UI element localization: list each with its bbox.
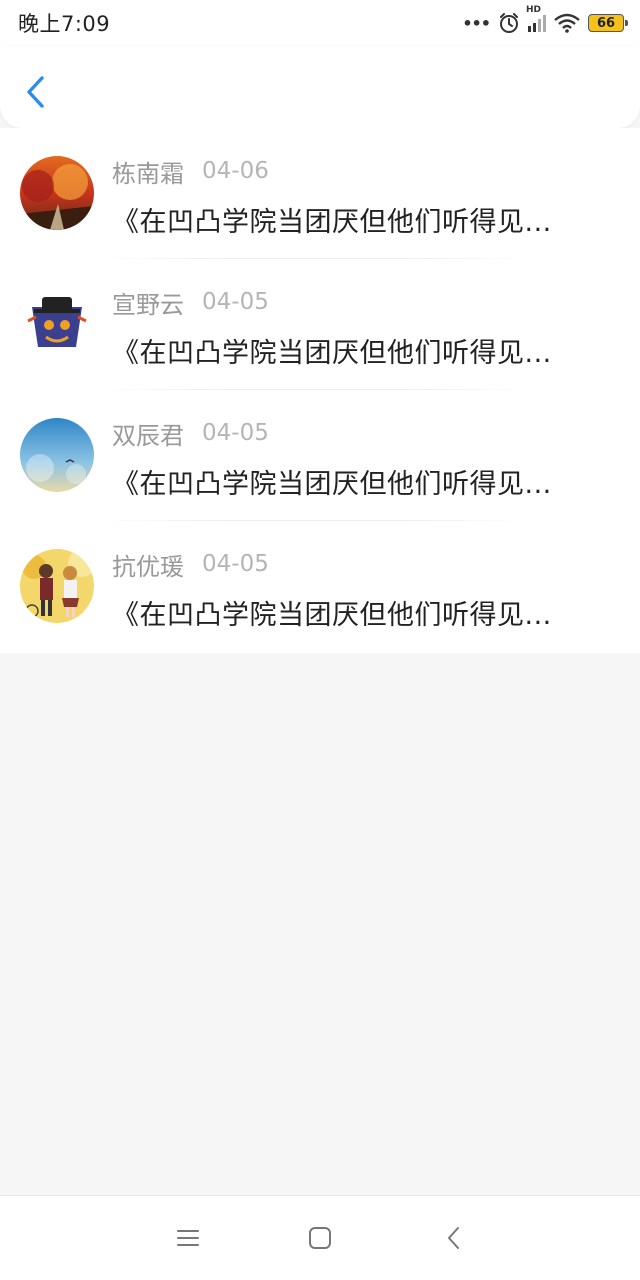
item-date: 04-06	[202, 158, 269, 184]
item-title[interactable]: 《在凹凸学院当团厌但他们听得见...	[112, 331, 612, 370]
author-name[interactable]: 双辰君	[112, 416, 184, 451]
list-item[interactable]: 抗优瑗 04-05 《在凹凸学院当团厌但他们听得见...	[0, 521, 640, 652]
wifi-icon	[554, 13, 580, 33]
avatar	[20, 549, 94, 623]
author-name[interactable]: 抗优瑗	[112, 547, 184, 582]
item-date: 04-05	[202, 420, 269, 446]
avatar	[20, 156, 94, 230]
home-button[interactable]	[306, 1224, 334, 1252]
avatar	[20, 418, 94, 492]
list-item[interactable]: 栋南霜 04-06 《在凹凸学院当团厌但他们听得见...	[0, 128, 640, 259]
list-item[interactable]: 双辰君 04-05 《在凹凸学院当团厌但他们听得见...	[0, 390, 640, 521]
item-meta: 栋南霜 04-06	[112, 154, 269, 189]
comment-list: 栋南霜 04-06 《在凹凸学院当团厌但他们听得见... 宣野云 04-05 《…	[0, 128, 640, 653]
avatar	[20, 287, 94, 361]
item-date: 04-05	[202, 551, 269, 577]
hd-label: HD	[526, 5, 542, 15]
item-meta: 宣野云 04-05	[112, 285, 269, 320]
item-meta: 抗优瑗 04-05	[112, 547, 269, 582]
author-name[interactable]: 宣野云	[112, 285, 184, 320]
app-header	[0, 46, 640, 128]
status-time: 晚上7:09	[18, 12, 111, 36]
chevron-left-icon	[27, 76, 44, 108]
item-date: 04-05	[202, 289, 269, 315]
alarm-icon	[500, 13, 518, 33]
item-title[interactable]: 《在凹凸学院当团厌但他们听得见...	[112, 462, 612, 501]
back-chevron-icon	[448, 1227, 459, 1249]
home-square-icon	[309, 1227, 331, 1249]
battery-level: 66	[596, 15, 616, 31]
item-title[interactable]: 《在凹凸学院当团厌但他们听得见...	[112, 593, 612, 632]
status-bar: 晚上7:09 ••• HD 66	[0, 0, 640, 46]
list-item[interactable]: 宣野云 04-05 《在凹凸学院当团厌但他们听得见...	[0, 259, 640, 390]
item-title[interactable]: 《在凹凸学院当团厌但他们听得见...	[112, 200, 612, 239]
battery-icon: 66	[588, 14, 628, 32]
back-button[interactable]	[22, 74, 50, 110]
more-dots-icon: •••	[462, 13, 491, 33]
system-back-button[interactable]	[440, 1224, 468, 1252]
author-name[interactable]: 栋南霜	[112, 154, 184, 189]
item-meta: 双辰君 04-05	[112, 416, 269, 451]
signal-icon: HD	[526, 5, 546, 32]
menu-button[interactable]	[174, 1224, 202, 1252]
menu-icon	[177, 1230, 199, 1246]
status-icons: ••• HD 66	[462, 5, 628, 34]
system-nav-bar	[0, 1195, 640, 1280]
